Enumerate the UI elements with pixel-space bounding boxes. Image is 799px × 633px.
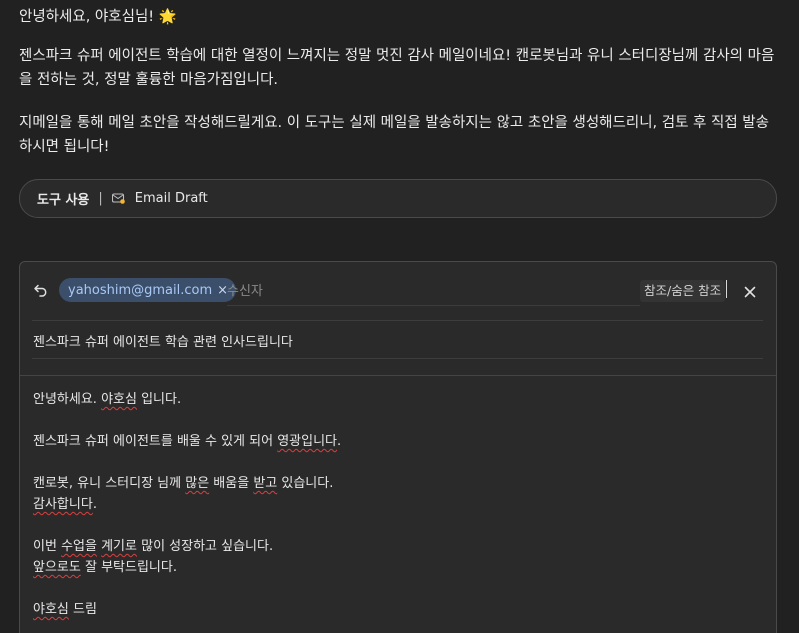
body-line: 캔로봇, 유니 스터디장 님께 많은 배움을 받고 있습니다. — [33, 476, 334, 491]
tool-separator: | — [98, 191, 103, 206]
body-line: 야호심 드림 — [33, 602, 97, 617]
spellcheck-word: 계기로 — [101, 539, 137, 554]
email-body[interactable]: 안녕하세요. 야호심 입니다. 젠스파크 슈퍼 에이전트를 배울 수 있게 되어… — [33, 389, 753, 620]
spellcheck-word: 야호심 — [33, 602, 69, 617]
email-draft-icon — [111, 193, 125, 204]
divider — [32, 358, 763, 359]
spellcheck-word: 감사합니다 — [33, 497, 93, 512]
body-line: 앞으로도 잘 부탁드립니다. — [33, 560, 177, 575]
body-blank-line — [33, 452, 753, 473]
spellcheck-word: 앞으로도 — [33, 560, 81, 575]
spellcheck-word: 많은 — [185, 476, 210, 491]
body-line: 젠스파크 슈퍼 에이전트를 배울 수 있게 되어 영광입니다. — [33, 434, 342, 449]
body-line: 안녕하세요. 야호심 입니다. — [33, 392, 182, 407]
email-compose-card: yahoshim@gmail.com × 참조/숨은 참조 젠스파크 슈퍼 에이… — [19, 261, 777, 633]
body-blank-line — [33, 410, 753, 431]
subject-field[interactable]: 젠스파크 슈퍼 에이전트 학습 관련 인사드립니다 — [33, 331, 293, 350]
tool-usage-pill[interactable]: 도구 사용 | Email Draft — [19, 179, 777, 218]
close-icon[interactable] — [744, 286, 756, 298]
undo-icon[interactable] — [33, 282, 49, 298]
body-blank-line — [33, 578, 753, 599]
chat-page: 안녕하세요, 야호심님! 🌟 젠스파크 슈퍼 에이전트 학습에 대한 열정이 느… — [0, 0, 799, 633]
recipient-chip-email: yahoshim@gmail.com — [68, 282, 213, 298]
message-paragraph-1: 젠스파크 슈퍼 에이전트 학습에 대한 열정이 느껴지는 정말 멋진 감사 메일… — [19, 48, 775, 88]
recipient-input[interactable] — [227, 280, 637, 302]
recipient-underline — [227, 305, 640, 306]
greeting-text: 안녕하세요, 야호심님! 🌟 — [19, 9, 177, 25]
spellcheck-word: 수업을 — [61, 539, 97, 554]
tool-name: Email Draft — [134, 191, 208, 206]
message-paragraph-2: 지메일을 통해 메일 초안을 작성해드릴게요. 이 도구는 실제 메일을 발송하… — [19, 115, 769, 155]
text-cursor-divider — [726, 280, 727, 298]
recipient-chip[interactable]: yahoshim@gmail.com × — [59, 278, 237, 302]
cc-bcc-button[interactable]: 참조/숨은 참조 — [640, 280, 726, 302]
tool-usage-label: 도구 사용 — [37, 193, 90, 208]
body-blank-line — [33, 515, 753, 536]
spellcheck-word: 야호심 — [101, 392, 137, 407]
divider — [20, 375, 776, 376]
body-line: 이번 수업을 계기로 많이 성장하고 싶습니다. — [33, 539, 274, 554]
body-line: 감사합니다. — [33, 497, 97, 512]
spellcheck-word: 영광입니다 — [277, 434, 338, 449]
divider — [32, 320, 763, 321]
spellcheck-word: 받고 — [253, 476, 278, 491]
recipient-row: yahoshim@gmail.com × 참조/숨은 참조 — [20, 262, 776, 320]
